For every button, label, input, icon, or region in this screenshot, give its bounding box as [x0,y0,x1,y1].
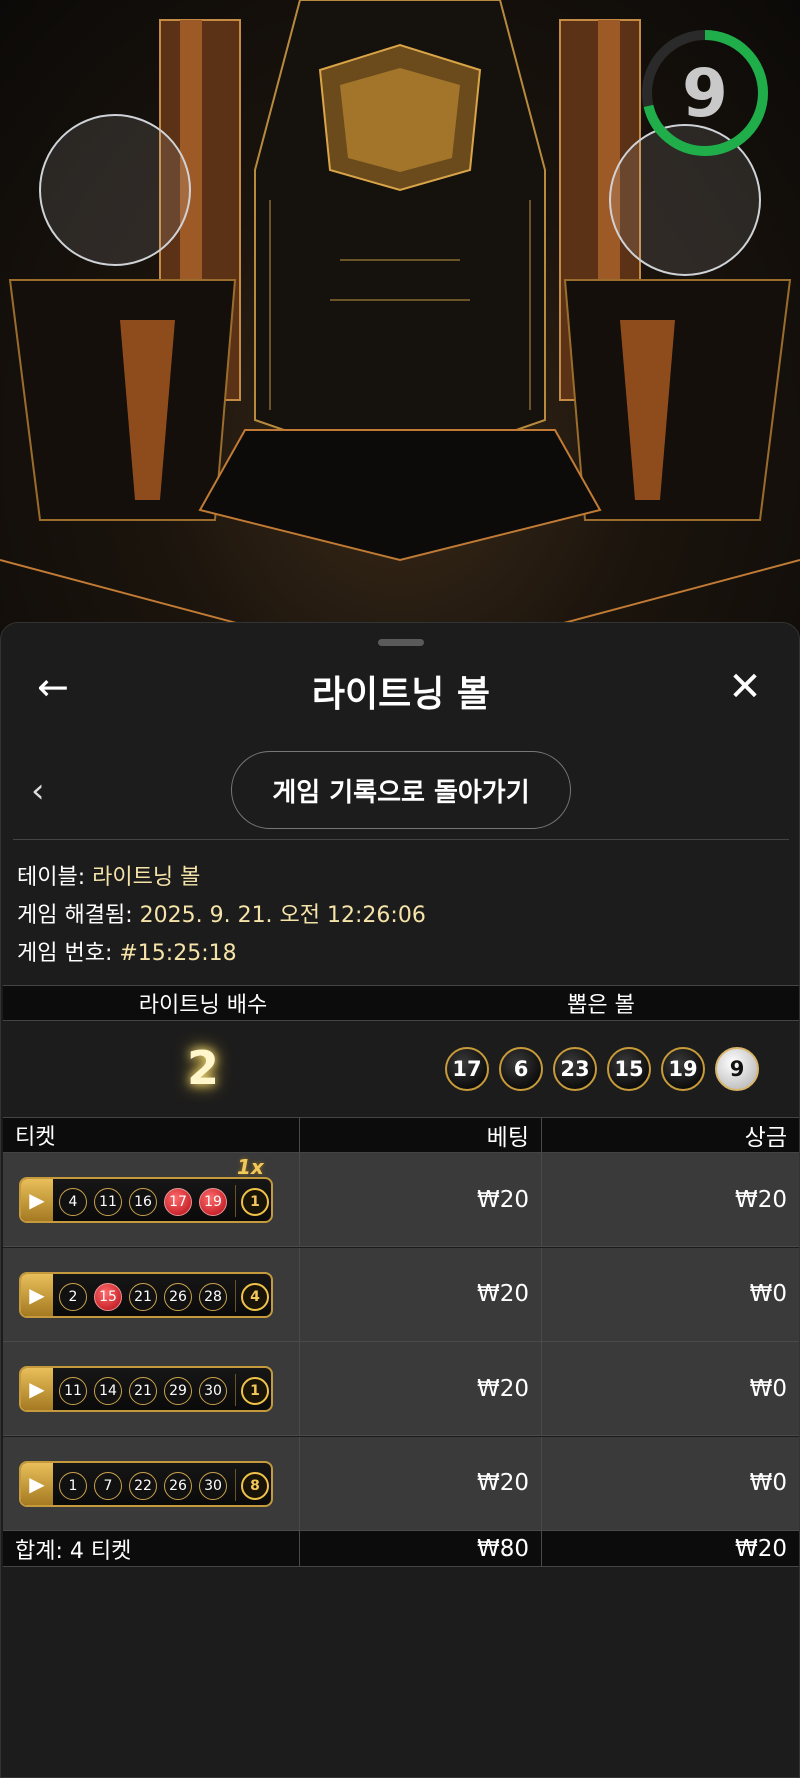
total-label: 합계: 4 티켓 [15,1538,132,1564]
info-table: 테이블: 라이트닝 볼 [17,859,200,891]
ticket-number-ball: 26 [164,1282,192,1311]
close-icon[interactable]: ✕ [723,665,767,709]
lightning-multiplier-value: 2 [186,1041,219,1095]
arrow-left-icon[interactable]: ← [37,667,77,707]
col-lightning-multiplier: 라이트닝 배수 [138,993,268,1018]
draw-result-row: 2 17 6 23 15 19 9 [3,1021,799,1117]
ticket-bonus-ball: 1 [241,1188,269,1216]
ticket-play-icon: ▶ [21,1179,53,1221]
tickets-header-row: 티켓 베팅 상금 [3,1117,799,1153]
ticket-bonus-ball: 1 [241,1377,269,1405]
table-row: ▶ 2 15 21 26 28 4 ₩20 ₩0 [3,1247,799,1342]
countdown-value: 9 [682,54,728,132]
info-table-label: 테이블: [17,865,86,890]
drawn-ball: 15 [607,1047,651,1091]
chevron-left-icon[interactable]: ‹ [31,773,61,809]
table-row: ▶ 11 14 21 29 30 1 ₩20 ₩0 [3,1342,799,1436]
ticket-number-ball: 11 [94,1188,122,1216]
drawn-ball: 19 [661,1047,705,1091]
info-resolved-value: 2025. 9. 21. 오전 12:26:06 [139,903,426,928]
ticket-bet: ₩20 [476,1375,529,1402]
info-game-number-label: 게임 번호: [17,941,113,966]
ticket-win: ₩0 [749,1375,787,1402]
col-drawn-balls: 뽑은 볼 [567,993,635,1018]
sheet-drag-handle[interactable] [378,639,424,646]
ticket-play-icon: ▶ [21,1368,53,1410]
drawn-ball: 23 [553,1047,597,1091]
ticket-number-ball: 2 [59,1282,87,1311]
table-row: ▶ 4 11 16 17 19 1 1x ₩20 ₩20 [3,1153,799,1247]
ticket-number-ball: 16 [129,1188,157,1216]
ticket-win: ₩20 [734,1186,787,1213]
ticket-number-ball: 30 [199,1471,227,1500]
ticket-number-ball: 17 [164,1188,192,1216]
drawn-ball: 6 [499,1047,543,1091]
ticket-number-ball: 11 [59,1377,87,1405]
ticket-number-ball: 14 [94,1377,122,1405]
ticket-number-ball: 28 [199,1282,227,1311]
divider [13,839,789,840]
ticket-number-ball: 19 [199,1188,227,1216]
lottery-ticket: ▶ 1 7 22 26 30 8 [19,1460,273,1507]
total-bet: ₩80 [476,1535,529,1562]
ticket-number-ball: 22 [129,1471,157,1500]
ticket-number-ball: 21 [129,1377,157,1405]
multiplier-badge: 1x [237,1155,264,1179]
drawn-ball: 9 [715,1047,759,1091]
ticket-bet: ₩20 [476,1281,529,1307]
ticket-number-ball: 15 [94,1282,122,1311]
sheet-title: 라이트닝 볼 [311,674,491,715]
ticket-bonus-ball: 4 [241,1282,269,1311]
ticket-bet: ₩20 [476,1186,529,1213]
ticket-number-ball: 29 [164,1377,192,1405]
ticket-number-ball: 7 [94,1471,122,1500]
ticket-number-ball: 26 [164,1471,192,1500]
ticket-number-ball: 21 [129,1282,157,1311]
ticket-number-ball: 4 [59,1188,87,1216]
info-resolved-label: 게임 해결됨: [17,903,133,928]
info-game-number-value: #15:25:18 [119,941,237,966]
col-win: 상금 [744,1125,787,1151]
ticket-number-ball: 30 [199,1377,227,1405]
info-table-value: 라이트닝 볼 [92,865,201,890]
info-resolved: 게임 해결됨: 2025. 9. 21. 오전 12:26:06 [17,897,426,929]
ticket-play-icon: ▶ [21,1462,53,1505]
draw-header-row: 라이트닝 배수 뽑은 볼 [3,985,799,1021]
lottery-ticket: ▶ 4 11 16 17 19 1 [19,1177,273,1223]
col-ticket: 티켓 [15,1125,56,1150]
col-bet: 베팅 [486,1125,529,1151]
lottery-ticket: ▶ 11 14 21 29 30 1 [19,1366,273,1412]
ticket-win: ₩0 [749,1281,787,1307]
ticket-win: ₩0 [749,1470,787,1496]
ticket-number-ball: 1 [59,1471,87,1500]
info-game-number: 게임 번호: #15:25:18 [17,935,237,967]
ticket-bet: ₩20 [476,1470,529,1496]
table-row: ▶ 1 7 22 26 30 8 ₩20 ₩0 [3,1436,799,1531]
lottery-ticket: ▶ 2 15 21 26 28 4 [19,1271,273,1318]
totals-row: 합계: 4 티켓 ₩80 ₩20 [3,1531,799,1567]
ticket-bonus-ball: 8 [241,1471,269,1500]
ticket-play-icon: ▶ [21,1273,53,1316]
back-to-history-button[interactable]: 게임 기록으로 돌아가기 [231,751,571,829]
game-details-sheet: ← 라이트닝 볼 ✕ ‹ 게임 기록으로 돌아가기 테이블: 라이트닝 볼 게임… [0,622,800,1778]
drawn-ball: 17 [445,1047,489,1091]
total-win: ₩20 [734,1535,787,1562]
